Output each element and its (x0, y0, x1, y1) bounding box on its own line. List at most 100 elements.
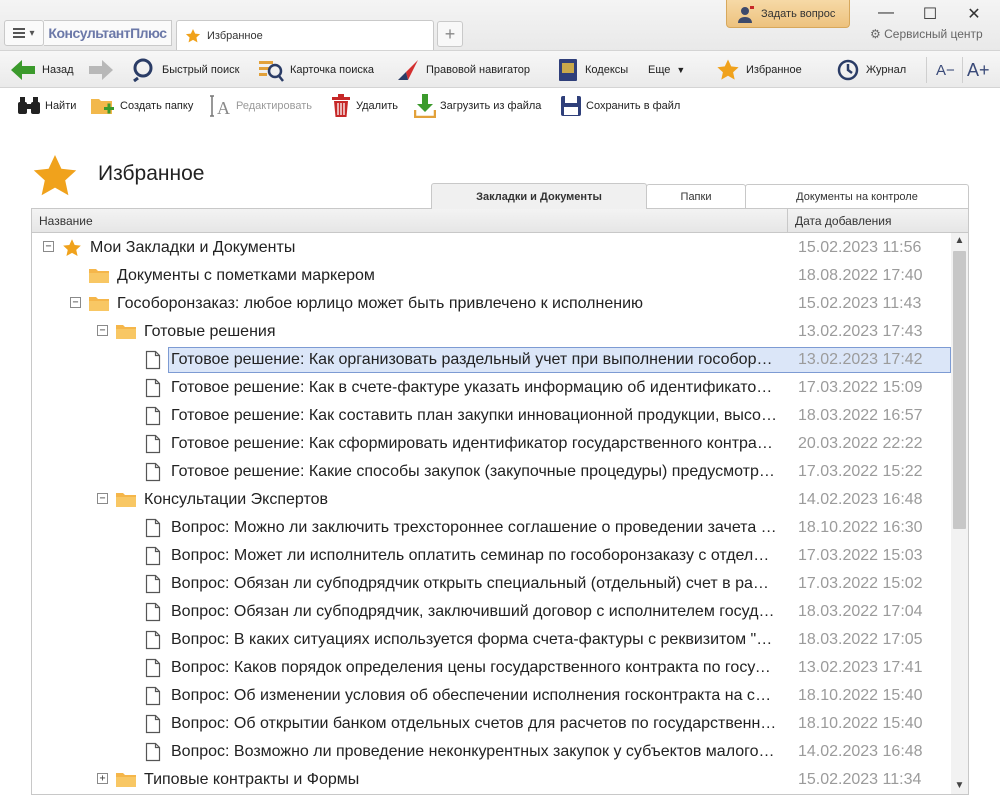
delete-button[interactable]: Удалить (330, 93, 398, 119)
tree-item-date: 13.02.2023 17:42 (798, 351, 923, 368)
toolbar-divider (962, 57, 963, 83)
save-to-file-button[interactable]: Сохранить в файл (560, 93, 680, 119)
main-menu-button[interactable]: ▾ (4, 20, 44, 46)
collapse-icon[interactable]: − (97, 325, 108, 336)
scroll-thumb[interactable] (953, 251, 966, 529)
tree-row[interactable]: Вопрос: Об изменении условия об обеспече… (32, 682, 952, 710)
tree-row[interactable]: − Консультации Экспертов 14.02.2023 16:48 (32, 486, 952, 514)
tree-item-date: 18.10.2022 16:30 (798, 519, 923, 536)
tree-item-title: Готовое решение: Как в счете-фактуре ука… (171, 379, 777, 396)
load-from-file-button[interactable]: Загрузить из файла (414, 93, 541, 119)
vertical-scrollbar[interactable]: ▲ ▼ (951, 233, 968, 794)
app-logo[interactable]: КонсультантПлюс (44, 20, 172, 46)
tree-row[interactable]: Вопрос: В каких ситуациях используется ф… (32, 626, 952, 654)
back-button[interactable]: Назад (10, 57, 74, 83)
legal-navigator-button[interactable]: Правовой навигатор (396, 57, 530, 83)
tree-item-title: Вопрос: Может ли исполнитель оплатить се… (171, 547, 777, 564)
title-bar: ▾ КонсультантПлюс Избранное + Задать воп… (0, 0, 1000, 50)
maximize-button[interactable]: ☐ (915, 4, 945, 24)
tab-bookmarks-documents[interactable]: Закладки и Документы (431, 183, 647, 209)
new-tab-button[interactable]: + (437, 21, 463, 47)
document-icon (145, 714, 167, 734)
document-icon (145, 406, 167, 426)
tree-row[interactable]: Вопрос: Может ли исполнитель оплатить се… (32, 542, 952, 570)
save-to-file-label: Сохранить в файл (586, 100, 681, 112)
tree-row[interactable]: Вопрос: Об открытии банком отдельных сче… (32, 710, 952, 738)
svg-text:A: A (217, 98, 230, 118)
plus-icon: + (444, 23, 456, 44)
codex-book-icon (559, 59, 577, 81)
tree-item-title: Вопрос: Можно ли заключить трехстороннее… (171, 519, 777, 536)
arrow-left-icon (11, 60, 35, 80)
search-card-icon (259, 61, 284, 82)
quick-search-label: Быстрый поиск (162, 64, 240, 76)
legal-navigator-label: Правовой навигатор (426, 64, 530, 76)
service-center-link[interactable]: ⚙ Сервисный центр (870, 27, 983, 41)
create-folder-button[interactable]: Создать папку (90, 93, 193, 119)
tree-row[interactable]: + Типовые контракты и Формы 15.02.2023 11:… (32, 766, 952, 794)
tree-row[interactable]: Готовое решение: Как в счете-фактуре ука… (32, 374, 952, 402)
tree-item-title: Гособоронзаказ: любое юрлицо может быть … (117, 295, 644, 312)
document-icon (145, 574, 167, 594)
tab-monitored-documents[interactable]: Документы на контроле (745, 184, 969, 209)
cloud-gear-icon: ⚙ (870, 27, 881, 41)
download-icon (414, 94, 436, 118)
edit-button[interactable]: A Редактировать (208, 93, 312, 119)
ask-question-button[interactable]: Задать вопрос (726, 0, 850, 28)
forward-button[interactable] (88, 57, 114, 83)
expand-icon[interactable]: + (97, 773, 108, 784)
favorites-star-icon (33, 155, 77, 196)
column-divider[interactable] (787, 209, 788, 233)
tree-row[interactable]: Готовое решение: Как сформировать иденти… (32, 430, 952, 458)
tree-row[interactable]: − Мои Закладки и Документы 15.02.2023 11:5… (32, 234, 952, 262)
history-clock-icon (837, 59, 859, 81)
close-button[interactable]: ✕ (959, 4, 989, 24)
tab-folders[interactable]: Папки (646, 184, 746, 209)
favorites-button[interactable]: Избранное (716, 57, 802, 83)
operator-icon (738, 5, 754, 23)
tree-row[interactable]: Вопрос: Можно ли заключить трехстороннее… (32, 514, 952, 542)
tree-row[interactable]: Готовое решение: Как составить план заку… (32, 402, 952, 430)
back-label: Назад (42, 64, 74, 76)
tree-row[interactable]: Готовое решение: Как организовать раздел… (32, 346, 952, 374)
document-icon (145, 350, 167, 370)
tree-row[interactable]: Документы с пометками маркером 18.08.2022… (32, 262, 952, 290)
scroll-down-arrow-icon[interactable]: ▼ (951, 778, 968, 794)
tree-row[interactable]: − Готовые решения 13.02.2023 17:43 (32, 318, 952, 346)
tab-favorites[interactable]: Избранное (176, 20, 434, 50)
journal-button[interactable]: Журнал (836, 57, 906, 83)
minimize-button[interactable]: — (871, 4, 901, 22)
tree-item-title: Вопрос: Каков порядок определения цены г… (171, 659, 777, 676)
scroll-up-arrow-icon[interactable]: ▲ (951, 233, 968, 249)
more-menu-button[interactable]: Еще ▼ (648, 57, 685, 83)
font-increase-button[interactable]: A+ (967, 57, 990, 83)
tree-item-title: Готовые решения (144, 323, 276, 340)
tree-row[interactable]: Вопрос: Обязан ли субподрядчик, заключив… (32, 598, 952, 626)
find-button[interactable]: Найти (17, 93, 76, 119)
tree-row[interactable]: Вопрос: Возможно ли проведение неконкуре… (32, 738, 952, 766)
column-date-header[interactable]: Дата добавления (795, 214, 891, 228)
tree-row[interactable]: − Гособоронзаказ: любое юрлицо может быть… (32, 290, 952, 318)
folder-icon (88, 266, 110, 286)
action-toolbar: Найти Создать папку A Редактировать Удал… (0, 88, 1000, 124)
collapse-icon[interactable]: − (70, 297, 81, 308)
codes-button[interactable]: Кодексы (557, 57, 628, 83)
quick-search-button[interactable]: Быстрый поиск (132, 57, 239, 83)
tree-item-date: 20.03.2022 22:22 (798, 435, 923, 452)
collapse-icon[interactable]: − (43, 241, 54, 252)
tree-row[interactable]: Вопрос: Каков порядок определения цены г… (32, 654, 952, 682)
collapse-icon[interactable]: − (97, 493, 108, 504)
search-card-button[interactable]: Карточка поиска (258, 57, 374, 83)
folder-icon (88, 294, 110, 314)
column-name-header[interactable]: Название (39, 214, 93, 228)
tree-item-date: 18.03.2022 16:57 (798, 407, 923, 424)
tree-row[interactable]: Готовое решение: Какие способы закупок (… (32, 458, 952, 486)
star-icon (61, 238, 83, 258)
chevron-down-icon: ▼ (676, 65, 686, 75)
tree-item-title: Готовое решение: Как организовать раздел… (171, 351, 777, 368)
font-decrease-button[interactable]: A− (936, 57, 955, 83)
create-folder-label: Создать папку (120, 100, 194, 112)
tree-row[interactable]: Вопрос: Обязан ли субподрядчик открыть с… (32, 570, 952, 598)
tree-item-date: 13.02.2023 17:43 (798, 323, 923, 340)
document-icon (145, 686, 167, 706)
